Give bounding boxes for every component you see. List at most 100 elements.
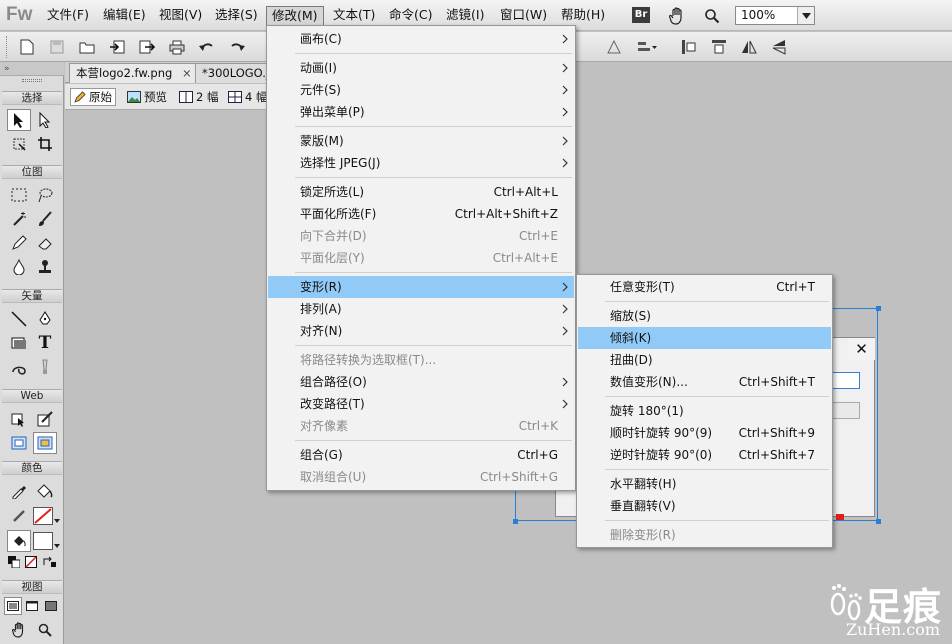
tools-grip[interactable]	[22, 79, 42, 82]
bridge-button[interactable]: Br	[632, 7, 650, 23]
menu-item[interactable]: 变形(R)	[268, 276, 574, 298]
expand-icon[interactable]: »	[4, 64, 10, 74]
toolbar-grip[interactable]	[6, 36, 9, 58]
menu-item[interactable]: 排列(A)	[268, 298, 574, 320]
menu-item[interactable]: 组合(G) Ctrl+G	[268, 444, 574, 466]
menu-item[interactable]: 缩放(S)	[578, 305, 831, 327]
tools-panel-header[interactable]	[0, 62, 64, 76]
menu-item[interactable]: 锁定所选(L) Ctrl+Alt+L	[268, 181, 574, 203]
view-original-button[interactable]: 原始	[70, 88, 116, 106]
marquee-tool-icon[interactable]	[7, 184, 31, 206]
stroke-color-icon[interactable]	[7, 505, 31, 527]
flip-horizontal-icon[interactable]	[738, 36, 760, 58]
stroke-dropdown-icon[interactable]	[54, 519, 60, 523]
line-tool-icon[interactable]	[7, 308, 31, 330]
menu-item[interactable]: 逆时针旋转 90°(0) Ctrl+Shift+7	[578, 444, 831, 466]
save-icon[interactable]	[46, 36, 68, 58]
menu-item[interactable]: 动画(I)	[268, 57, 574, 79]
menu-item[interactable]: 对齐(N)	[268, 320, 574, 342]
open-folder-icon[interactable]	[76, 36, 98, 58]
menu-help[interactable]: 帮助(H)	[556, 6, 610, 26]
hide-slices-icon[interactable]	[7, 432, 31, 454]
menu-item[interactable]: 旋转 180°(1)	[578, 400, 831, 422]
pencil-tool-icon[interactable]	[7, 232, 31, 254]
view-4up-button[interactable]: 4 幅	[225, 88, 270, 106]
default-colors-icon[interactable]	[8, 556, 21, 569]
menu-window[interactable]: 窗口(W)	[495, 6, 552, 26]
menu-item[interactable]: 组合路径(O)	[268, 371, 574, 393]
menu-view[interactable]: 视图(V)	[154, 6, 207, 26]
view-preview-button[interactable]: 预览	[124, 88, 170, 106]
close-icon[interactable]: ×	[182, 66, 192, 80]
eraser-tool-icon[interactable]	[33, 232, 57, 254]
menu-item[interactable]: 元件(S)	[268, 79, 574, 101]
view-2up-button[interactable]: 2 幅	[176, 88, 221, 106]
crop-tool-icon[interactable]	[33, 133, 57, 155]
import-icon[interactable]	[106, 36, 128, 58]
print-icon[interactable]	[166, 36, 188, 58]
no-color-icon[interactable]	[25, 556, 37, 568]
menu-item[interactable]: 水平翻转(H)	[578, 473, 831, 495]
menu-item[interactable]: 改变路径(T)	[268, 393, 574, 415]
rubber-stamp-tool-icon[interactable]	[33, 256, 57, 278]
menu-item[interactable]: 平面化所选(F) Ctrl+Alt+Shift+Z	[268, 203, 574, 225]
text-tool-icon[interactable]: T	[33, 332, 57, 354]
zoom-tool-icon[interactable]	[33, 619, 57, 641]
undo-icon[interactable]	[196, 36, 218, 58]
menu-item[interactable]: 数值变形(N)... Ctrl+Shift+T	[578, 371, 831, 393]
standard-screen-icon[interactable]	[4, 597, 22, 615]
freeform-tool-icon[interactable]	[7, 356, 31, 378]
align-dropdown-icon[interactable]	[636, 36, 658, 58]
menu-commands[interactable]: 命令(C)	[384, 6, 437, 26]
stroke-swatch[interactable]	[33, 507, 53, 525]
scale-tool-icon[interactable]	[7, 133, 31, 155]
menu-item[interactable]: 画布(C)	[268, 28, 574, 50]
knife-tool-icon[interactable]	[33, 356, 57, 378]
menu-item[interactable]: 垂直翻转(V)	[578, 495, 831, 517]
blur-tool-icon[interactable]	[7, 256, 31, 278]
transform-handle[interactable]	[513, 519, 518, 524]
subselect-tool-icon[interactable]	[33, 109, 57, 131]
brush-tool-icon[interactable]	[33, 208, 57, 230]
send-backward-icon[interactable]	[708, 36, 730, 58]
hand-tool-icon[interactable]	[7, 619, 31, 641]
pen-tool-icon[interactable]	[33, 308, 57, 330]
menu-item[interactable]: 蒙版(M)	[268, 130, 574, 152]
fullscreen-menus-icon[interactable]	[23, 597, 41, 615]
menu-edit[interactable]: 编辑(E)	[98, 6, 151, 26]
lasso-tool-icon[interactable]	[33, 184, 57, 206]
pointer-tool-icon[interactable]	[7, 109, 31, 131]
hand-icon[interactable]	[666, 5, 688, 27]
new-file-icon[interactable]	[16, 36, 38, 58]
menu-item[interactable]: 任意变形(T) Ctrl+T	[578, 276, 831, 298]
export-icon[interactable]	[136, 36, 158, 58]
menu-modify[interactable]: 修改(M)	[266, 6, 324, 26]
menu-text[interactable]: 文本(T)	[328, 6, 380, 26]
menu-item[interactable]: 扭曲(D)	[578, 349, 831, 371]
distort-icon[interactable]	[603, 36, 625, 58]
fullscreen-icon[interactable]	[42, 597, 60, 615]
eyedropper-tool-icon[interactable]	[7, 480, 31, 502]
menu-file[interactable]: 文件(F)	[42, 6, 94, 26]
menu-item[interactable]: 弹出菜单(P)	[268, 101, 574, 123]
chevron-down-icon[interactable]	[797, 7, 814, 24]
magic-wand-tool-icon[interactable]	[7, 208, 31, 230]
document-tab-1[interactable]: 本营logo2.fw.png ×	[69, 63, 199, 83]
zoom-icon[interactable]	[701, 5, 723, 27]
menu-item[interactable]: 倾斜(K)	[578, 327, 831, 349]
menu-item[interactable]: 选择性 JPEG(J)	[268, 152, 574, 174]
fill-swatch[interactable]	[33, 532, 53, 550]
menu-select[interactable]: 选择(S)	[210, 6, 263, 26]
rectangle-tool-icon[interactable]	[7, 332, 31, 354]
fill-color-icon[interactable]	[7, 530, 31, 552]
transform-handle[interactable]	[876, 306, 881, 311]
fill-dropdown-icon[interactable]	[54, 544, 60, 548]
swap-colors-icon[interactable]	[42, 556, 56, 568]
paint-bucket-tool-icon[interactable]	[33, 480, 57, 502]
show-slices-icon[interactable]	[33, 432, 57, 454]
hotspot-tool-icon[interactable]	[7, 408, 31, 430]
bring-forward-icon[interactable]	[678, 36, 700, 58]
transform-handle[interactable]	[876, 519, 881, 524]
flip-vertical-icon[interactable]	[768, 36, 790, 58]
menu-filters[interactable]: 滤镜(I)	[441, 6, 489, 26]
